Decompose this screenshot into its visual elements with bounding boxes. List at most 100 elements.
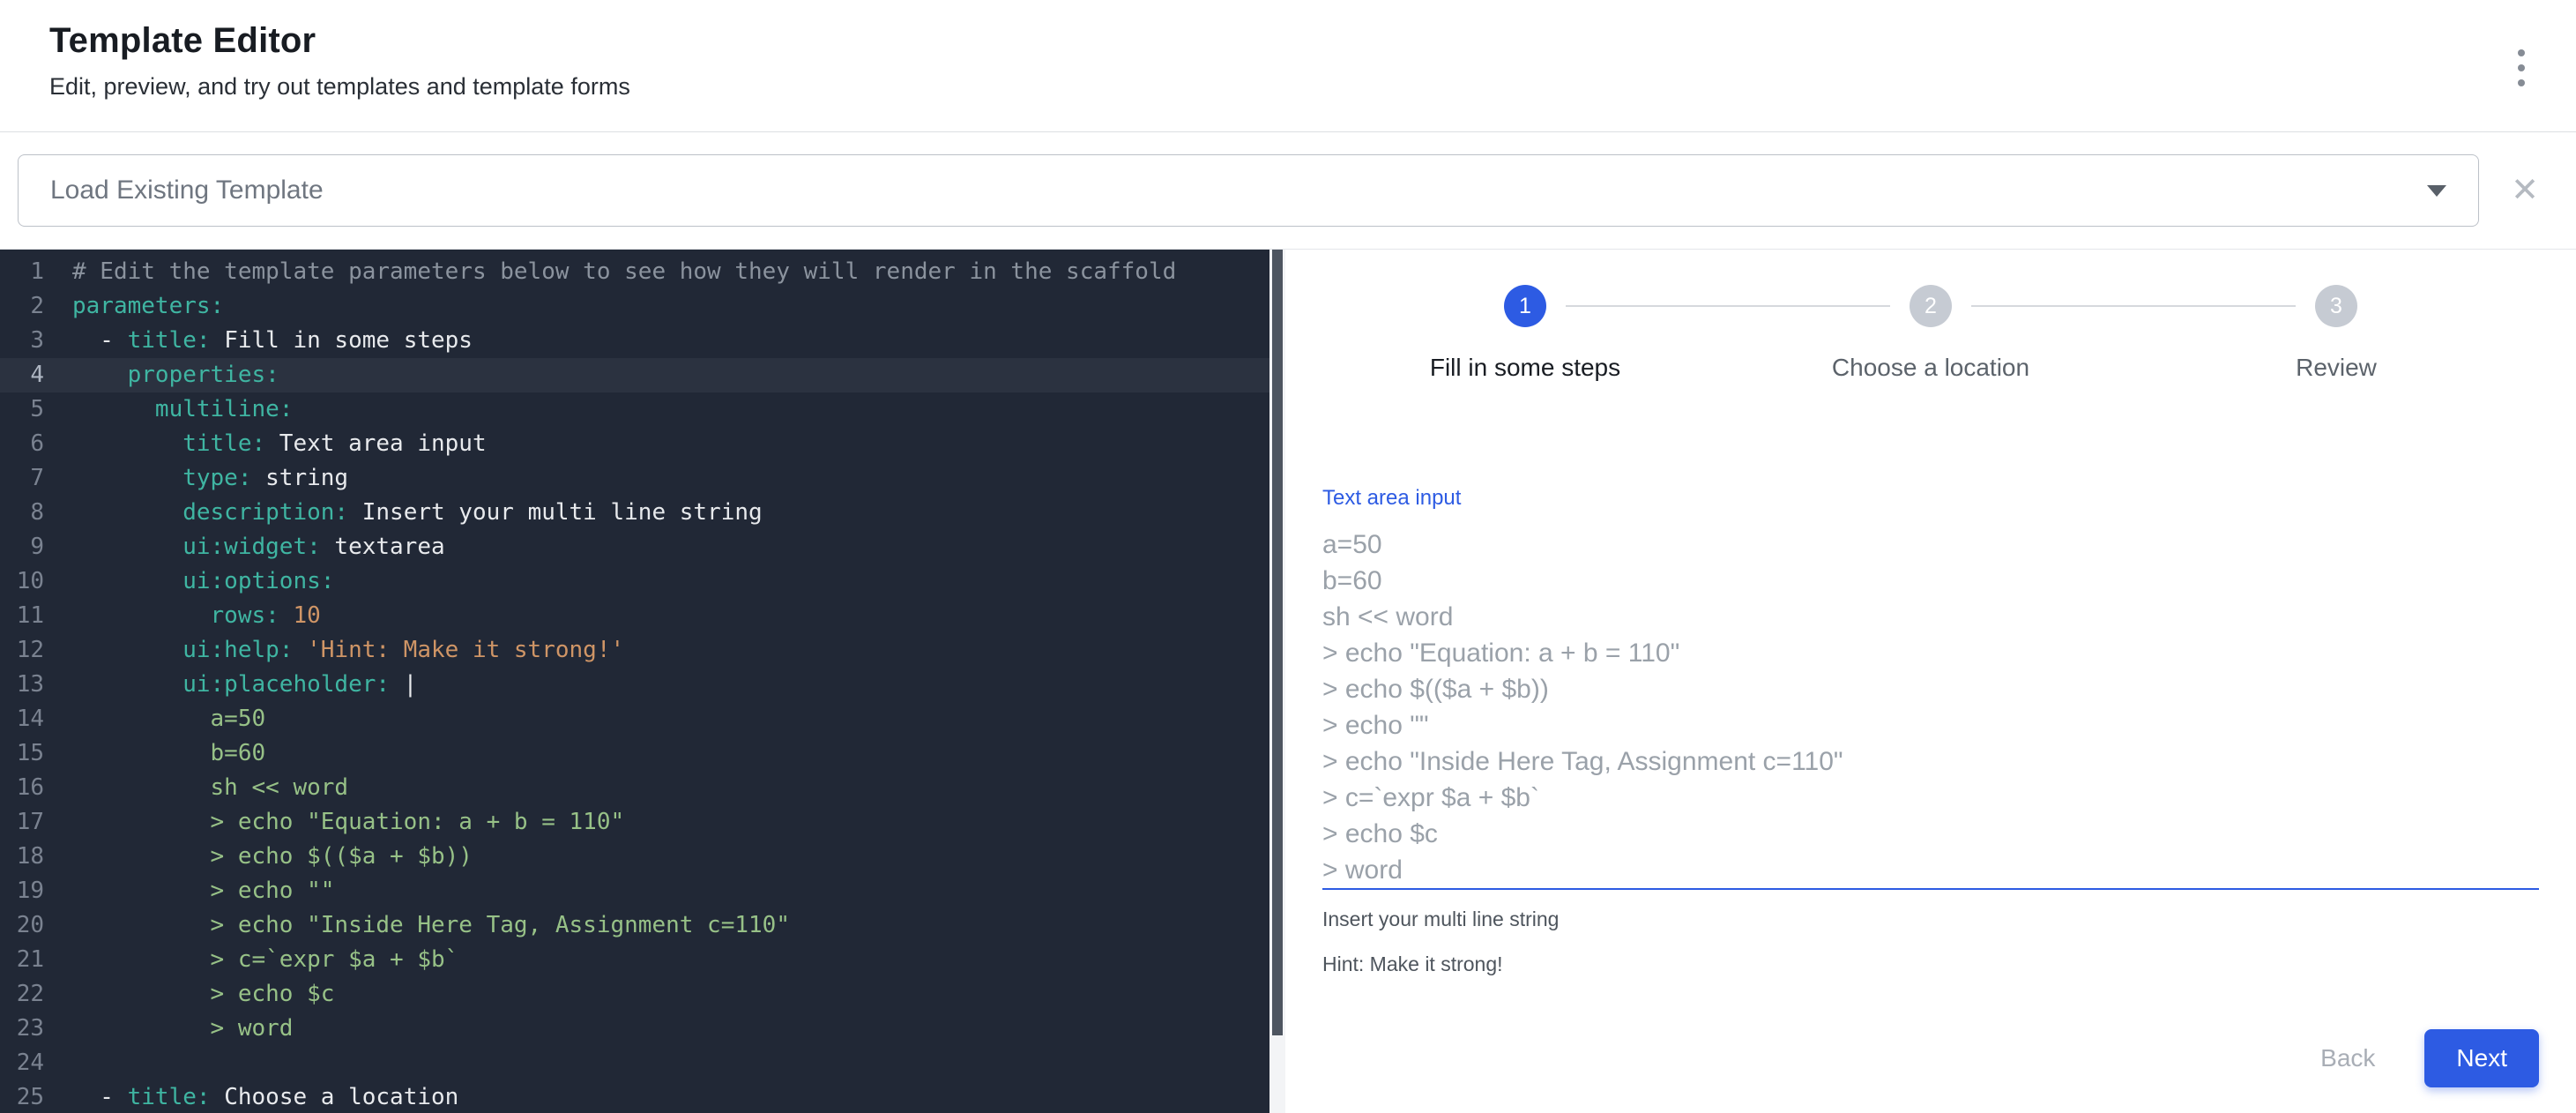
stepper-connector — [1971, 305, 2296, 307]
line-text: description: Insert your multi line stri… — [63, 496, 763, 530]
line-text — [63, 1046, 72, 1080]
line-number: 7 — [0, 461, 63, 496]
step-label: Review — [2296, 354, 2377, 382]
line-text: ui:help: 'Hint: Make it strong!' — [63, 633, 624, 668]
code-line[interactable]: 14 a=50 — [0, 702, 1269, 736]
line-text: - title: Choose a location — [63, 1080, 458, 1113]
stepper: 1Fill in some steps2Choose a location3Re… — [1322, 285, 2539, 382]
load-template-select[interactable]: Load Existing Template — [18, 154, 2479, 227]
code-line[interactable]: 17 > echo "Equation: a + b = 110" — [0, 805, 1269, 840]
code-line[interactable]: 20 > echo "Inside Here Tag, Assignment c… — [0, 908, 1269, 943]
line-text: > echo $(($a + $b)) — [63, 840, 473, 874]
line-number: 3 — [0, 324, 63, 358]
line-number: 6 — [0, 427, 63, 461]
line-number: 2 — [0, 289, 63, 324]
select-placeholder: Load Existing Template — [50, 176, 324, 205]
preview-panel: 1Fill in some steps2Choose a location3Re… — [1285, 250, 2576, 1113]
textarea-field-label: Text area input — [1322, 486, 2539, 511]
line-number: 8 — [0, 496, 63, 530]
line-number: 18 — [0, 840, 63, 874]
code-line[interactable]: 4 properties: — [0, 358, 1269, 392]
code-line[interactable]: 8 description: Insert your multi line st… — [0, 496, 1269, 530]
editor-lines: 1# Edit the template parameters below to… — [0, 255, 1269, 1113]
line-number: 15 — [0, 736, 63, 771]
code-line[interactable]: 24 — [0, 1046, 1269, 1080]
line-text: > echo "Equation: a + b = 110" — [63, 805, 624, 840]
code-line[interactable]: 16 sh << word — [0, 771, 1269, 805]
more-options-button[interactable] — [2509, 41, 2534, 95]
line-number: 11 — [0, 599, 63, 633]
line-number: 24 — [0, 1046, 63, 1080]
code-line[interactable]: 10 ui:options: — [0, 564, 1269, 599]
stepper-step-2: 2Choose a location — [1728, 285, 2133, 382]
line-text: ui:options: — [63, 564, 334, 599]
code-line[interactable]: 11 rows: 10 — [0, 599, 1269, 633]
code-line[interactable]: 5 multiline: — [0, 392, 1269, 427]
stepper-connector — [1566, 305, 1890, 307]
kebab-menu-icon — [2518, 49, 2525, 86]
line-text: rows: 10 — [63, 599, 321, 633]
line-number: 14 — [0, 702, 63, 736]
line-text: properties: — [63, 358, 279, 392]
line-number: 13 — [0, 668, 63, 702]
code-line[interactable]: 7 type: string — [0, 461, 1269, 496]
code-line[interactable]: 12 ui:help: 'Hint: Make it strong!' — [0, 633, 1269, 668]
line-number: 10 — [0, 564, 63, 599]
stepper-step-1: 1Fill in some steps — [1322, 285, 1728, 382]
line-number: 16 — [0, 771, 63, 805]
line-text: title: Text area input — [63, 427, 487, 461]
line-number: 19 — [0, 874, 63, 908]
form-buttons: Back Next — [1322, 1029, 2539, 1087]
line-number: 5 — [0, 392, 63, 427]
code-line[interactable]: 9 ui:widget: textarea — [0, 530, 1269, 564]
editor-scrollbar[interactable] — [1269, 250, 1285, 1113]
back-button[interactable]: Back — [2312, 1032, 2384, 1085]
multiline-textarea[interactable] — [1322, 516, 2539, 890]
stepper-steps: 1Fill in some steps2Choose a location3Re… — [1322, 285, 2539, 382]
code-line[interactable]: 2parameters: — [0, 289, 1269, 324]
line-number: 1 — [0, 255, 63, 289]
line-text: > c=`expr $a + $b` — [63, 943, 458, 977]
field-description: Insert your multi line string — [1322, 908, 2539, 931]
preview-form: Text area input Insert your multi line s… — [1322, 486, 2539, 1087]
close-icon: ✕ — [2511, 172, 2539, 209]
line-text: - title: Fill in some steps — [63, 324, 473, 358]
code-line[interactable]: 23 > word — [0, 1012, 1269, 1046]
line-text: multiline: — [63, 392, 293, 427]
code-line[interactable]: 19 > echo "" — [0, 874, 1269, 908]
line-number: 9 — [0, 530, 63, 564]
line-number: 21 — [0, 943, 63, 977]
scrollbar-thumb[interactable] — [1272, 250, 1283, 1035]
page-title: Template Editor — [49, 21, 2527, 61]
line-number: 4 — [0, 358, 63, 392]
code-line[interactable]: 18 > echo $(($a + $b)) — [0, 840, 1269, 874]
page-subtitle: Edit, preview, and try out templates and… — [49, 73, 2527, 101]
code-line[interactable]: 6 title: Text area input — [0, 427, 1269, 461]
code-line[interactable]: 13 ui:placeholder: | — [0, 668, 1269, 702]
code-line[interactable]: 25 - title: Choose a location — [0, 1080, 1269, 1113]
code-line[interactable]: 15 b=60 — [0, 736, 1269, 771]
page-header: Template Editor Edit, preview, and try o… — [0, 0, 2576, 132]
step-circle: 1 — [1504, 285, 1546, 327]
line-number: 25 — [0, 1080, 63, 1113]
chevron-down-icon[interactable] — [2427, 185, 2446, 197]
code-editor[interactable]: 1# Edit the template parameters below to… — [0, 250, 1269, 1113]
code-line[interactable]: 3 - title: Fill in some steps — [0, 324, 1269, 358]
stepper-step-3: 3Review — [2133, 285, 2539, 382]
line-text: b=60 — [63, 736, 265, 771]
main-split: 1# Edit the template parameters below to… — [0, 249, 2576, 1113]
line-text: # Edit the template parameters below to … — [63, 255, 1176, 289]
line-text: type: string — [63, 461, 348, 496]
clear-template-button[interactable]: ✕ — [2504, 170, 2546, 211]
next-button[interactable]: Next — [2424, 1029, 2539, 1087]
code-line[interactable]: 1# Edit the template parameters below to… — [0, 255, 1269, 289]
code-line[interactable]: 22 > echo $c — [0, 977, 1269, 1012]
code-line[interactable]: 21 > c=`expr $a + $b` — [0, 943, 1269, 977]
line-number: 22 — [0, 977, 63, 1012]
line-number: 12 — [0, 633, 63, 668]
line-text: a=50 — [63, 702, 265, 736]
field-hint: Hint: Make it strong! — [1322, 952, 2539, 976]
line-number: 20 — [0, 908, 63, 943]
line-number: 23 — [0, 1012, 63, 1046]
line-text: > word — [63, 1012, 293, 1046]
